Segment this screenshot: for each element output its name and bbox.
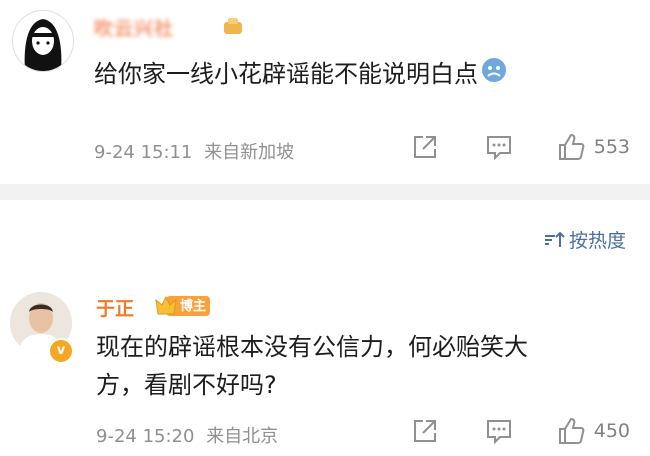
comment-meta: 9-24 15:20 来自北京: [96, 422, 278, 448]
comment-text: 给你家一线小花辟谣能不能说明白点: [94, 55, 508, 95]
comment-item: 按热度 v 于正 博主 现在的辟谣根本没有公信力，何必贻笑大 方，看剧不好吗? …: [0, 200, 650, 456]
emoji-icon: [480, 56, 508, 95]
like-icon[interactable]: [556, 132, 586, 162]
verified-icon: v: [48, 338, 74, 364]
comment-meta: 9-24 15:11 来自新加坡: [94, 138, 294, 164]
sort-label: 按热度: [568, 230, 626, 252]
comment-text: 现在的辟谣根本没有公信力，何必贻笑大 方，看剧不好吗?: [96, 328, 636, 404]
comment-text-line: 现在的辟谣根本没有公信力，何必贻笑大: [96, 333, 528, 361]
comment-location: 来自北京: [206, 426, 279, 447]
comment-icon[interactable]: [484, 416, 514, 446]
level-badge-icon: [222, 16, 244, 40]
comment-text-content: 给你家一线小花辟谣能不能说明白点: [94, 60, 478, 88]
comment-text-line: 方，看剧不好吗?: [96, 371, 277, 399]
comment-time: 9-24 15:20: [96, 426, 195, 447]
sort-icon: [543, 230, 565, 250]
like-icon[interactable]: [556, 416, 586, 446]
share-icon[interactable]: [410, 132, 440, 162]
comment-actions: 553: [410, 132, 630, 162]
comment-icon[interactable]: [484, 132, 514, 162]
blogger-badge: 博主: [154, 292, 212, 318]
like-count: 553: [593, 136, 630, 158]
avatar[interactable]: [12, 10, 74, 72]
username[interactable]: 于正: [96, 294, 134, 321]
comment-actions: 450: [410, 416, 630, 446]
comment-time: 9-24 15:11: [94, 142, 193, 163]
like-count: 450: [593, 420, 630, 442]
username[interactable]: 吹云兴社: [94, 14, 174, 41]
comment-item: 吹云兴社 给你家一线小花辟谣能不能说明白点 9-24 15:11 来自新加坡 5…: [0, 0, 650, 184]
comment-location: 来自新加坡: [204, 142, 295, 163]
badge-label: 博主: [180, 299, 207, 314]
sort-by-hot-button[interactable]: 按热度: [543, 226, 626, 253]
share-icon[interactable]: [410, 416, 440, 446]
section-divider: [0, 184, 650, 200]
